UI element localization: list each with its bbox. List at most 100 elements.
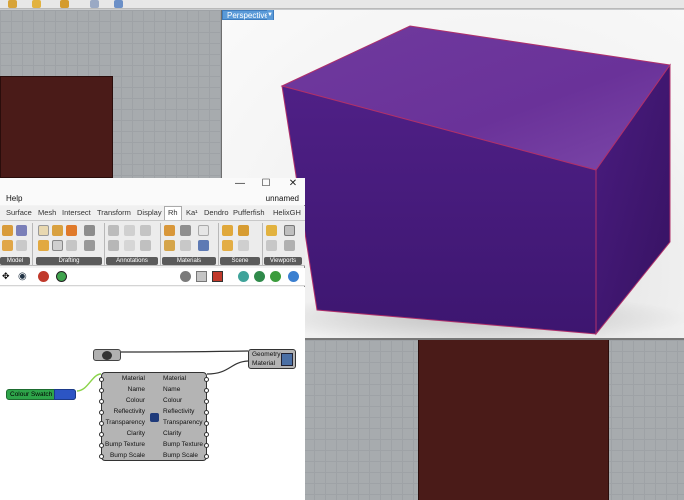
transparency-output[interactable]: Transparency [163,419,203,427]
annotation-icon[interactable] [140,240,151,251]
minimize-button[interactable]: — [232,178,248,190]
output-port[interactable] [204,388,209,393]
tab-dendro[interactable]: Dendro [204,208,229,217]
chevron-down-icon[interactable]: ▼ [267,10,273,20]
tab-display[interactable]: Display [137,208,162,217]
bump-scale-output[interactable]: Bump Scale [163,452,198,460]
swatch-colour-preview[interactable] [54,389,76,400]
viewport-icon[interactable] [284,240,295,251]
tab-helixgh[interactable]: HelixGH [273,208,301,217]
input-port[interactable] [99,388,104,393]
tab-mesh[interactable]: Mesh [38,208,56,217]
material-component[interactable]: Material Name Colour Reflectivity Transp… [99,372,209,461]
geometry-parameter-node[interactable] [93,349,121,361]
material-icon[interactable] [198,225,209,236]
transparency-input[interactable]: Transparency [106,419,146,427]
material-icon[interactable] [180,225,191,236]
drafting-icon[interactable] [52,225,63,236]
viewport-grid-icon[interactable] [284,225,295,236]
reflectivity-output[interactable]: Reflectivity [163,408,194,416]
window-title-bar[interactable]: — ☐ ✕ [0,178,305,192]
input-port[interactable] [99,454,104,459]
close-button[interactable]: ✕ [285,178,301,190]
viewport-divider[interactable] [303,338,684,340]
model-icon[interactable] [16,225,27,236]
preview-icon[interactable] [56,271,67,282]
input-port[interactable] [99,399,104,404]
grid-icon[interactable] [38,225,49,236]
drafting-icon[interactable] [52,240,63,251]
annotation-icon[interactable] [140,225,151,236]
toolbar-icon[interactable] [32,0,41,8]
material-input[interactable]: Material [122,375,145,383]
toolbar-icon[interactable] [8,0,17,8]
scene-icon[interactable] [238,240,249,251]
clarity-output[interactable]: Clarity [163,430,181,438]
name-output[interactable]: Name [163,386,180,394]
bump-texture-output[interactable]: Bump Texture [163,441,203,449]
preview-mesh-icon[interactable] [238,271,249,282]
zoom-icon[interactable]: ✥ [2,271,13,282]
toolbar-icon[interactable] [90,0,99,8]
scene-icon[interactable] [238,225,249,236]
sun-icon[interactable] [222,240,233,251]
tab-intersect[interactable]: Intersect [62,208,91,217]
material-icon[interactable] [180,240,191,251]
display-mode-icon[interactable] [212,271,223,282]
viewport-icon[interactable] [266,240,277,251]
tab-rh[interactable]: Rh [164,206,182,220]
output-port[interactable] [204,454,209,459]
reflectivity-input[interactable]: Reflectivity [114,408,145,416]
material-icon[interactable] [164,225,175,236]
preview-mesh-icon[interactable] [254,271,265,282]
eye-icon[interactable]: ◉ [18,271,29,282]
drafting-icon[interactable] [66,225,77,236]
gear-icon[interactable] [60,0,69,8]
sphere-icon[interactable] [288,271,299,282]
material-output[interactable]: Material [163,375,186,383]
input-port[interactable] [99,443,104,448]
clarity-input[interactable]: Clarity [127,430,145,438]
output-port[interactable] [204,410,209,415]
name-input[interactable]: Name [128,386,145,394]
drafting-icon[interactable] [38,240,49,251]
model-icon[interactable] [2,225,13,236]
sketch-icon[interactable] [38,271,49,282]
model-icon[interactable] [16,240,27,251]
output-port[interactable] [204,377,209,382]
annotation-icon[interactable] [124,225,135,236]
viewport-icon[interactable] [266,225,277,236]
input-port[interactable] [99,410,104,415]
drafting-icon[interactable] [84,240,95,251]
tab-ka[interactable]: Ka¹ [186,208,198,217]
annotation-icon[interactable] [108,240,119,251]
material-icon[interactable] [198,240,209,251]
output-port[interactable] [204,443,209,448]
maximize-button[interactable]: ☐ [258,178,274,190]
material-icon[interactable] [164,240,175,251]
display-mode-icon[interactable] [180,271,191,282]
hatch-icon[interactable] [84,225,95,236]
model-icon[interactable] [2,240,13,251]
colour-swatch-component[interactable]: Colour Swatch [6,389,76,400]
geometry-input[interactable]: Geometry [252,351,281,359]
output-port[interactable] [204,399,209,404]
annotation-icon[interactable] [124,240,135,251]
output-port[interactable] [204,421,209,426]
colour-output[interactable]: Colour [163,397,182,405]
display-mode-icon[interactable] [196,271,207,282]
input-port[interactable] [99,432,104,437]
input-port[interactable] [99,377,104,382]
toolbar-icon[interactable] [114,0,123,8]
custom-preview-component[interactable]: Geometry Material [248,349,296,369]
tab-transform[interactable]: Transform [97,208,131,217]
input-port[interactable] [99,421,104,426]
tab-pufferfish[interactable]: Pufferfish [233,208,265,217]
preview-mesh-icon[interactable] [270,271,281,282]
colour-input[interactable]: Colour [126,397,145,405]
output-port[interactable] [204,432,209,437]
bump-texture-input[interactable]: Bump Texture [105,441,145,449]
tab-surface[interactable]: Surface [6,208,32,217]
light-icon[interactable] [222,225,233,236]
drafting-icon[interactable] [66,240,77,251]
